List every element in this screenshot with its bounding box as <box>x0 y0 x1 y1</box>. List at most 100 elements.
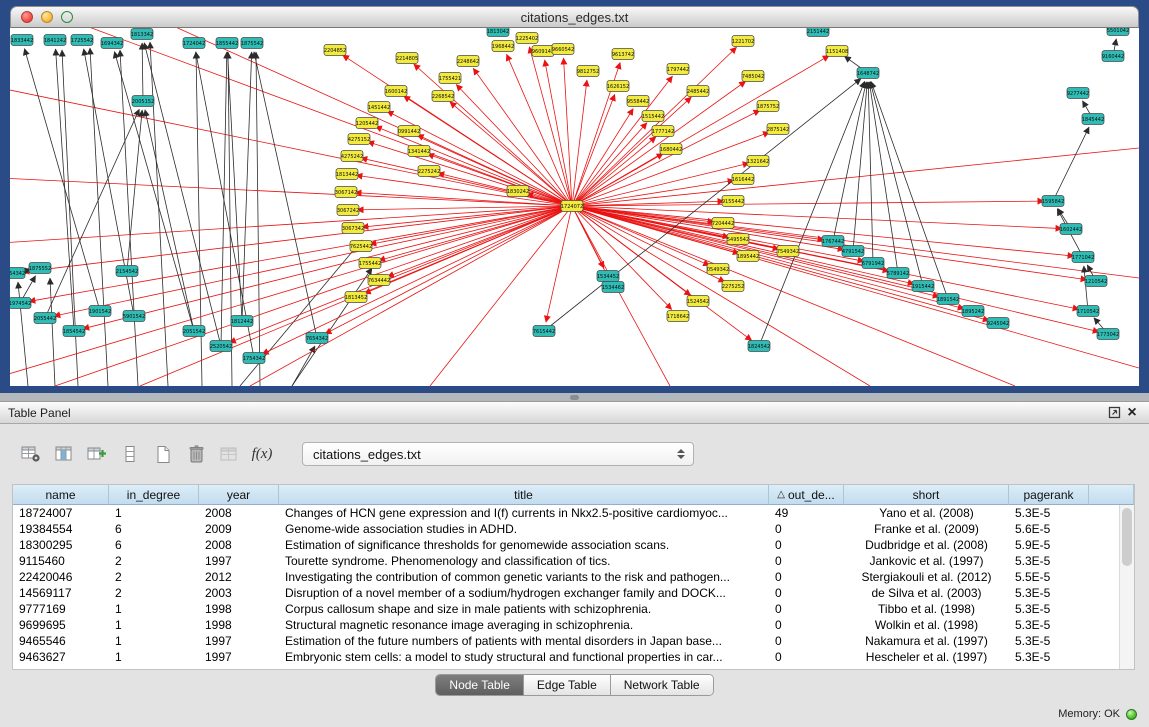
graph-node[interactable]: 0549342 <box>707 264 729 275</box>
graph-hub-node[interactable]: 1724072 <box>561 201 583 212</box>
graph-node[interactable]: 2204852 <box>324 45 346 56</box>
graph-node[interactable]: 1813042 <box>487 28 509 37</box>
table-cell[interactable]: 0 <box>769 537 844 553</box>
table-cell[interactable]: 18300295 <box>13 537 109 553</box>
table-cell[interactable]: 5.3E-5 <box>1009 617 1089 633</box>
show-columns-icon[interactable] <box>49 441 79 467</box>
graph-node[interactable]: 5501042 <box>1107 28 1129 36</box>
table-row[interactable]: 946362711997Embryonic stem cells: a mode… <box>13 649 1134 665</box>
graph-node[interactable]: 7615442 <box>533 326 555 337</box>
panel-splitter-handle[interactable] <box>570 395 579 400</box>
graph-node[interactable]: 1875752 <box>757 101 779 112</box>
zoom-window-button[interactable] <box>61 11 73 23</box>
graph-node[interactable]: 9558442 <box>627 96 649 107</box>
scrollbar-thumb[interactable] <box>1122 508 1132 566</box>
table-cell[interactable]: 6 <box>109 537 199 553</box>
graph-node[interactable]: 1773042 <box>1097 329 1119 340</box>
graph-node[interactable]: 1341442 <box>408 146 430 157</box>
graph-node[interactable]: 2051542 <box>183 326 205 337</box>
float-panel-icon[interactable] <box>1105 405 1123 421</box>
graph-node[interactable]: 1954342 <box>10 268 25 279</box>
graph-node[interactable]: 1210542 <box>1085 276 1107 287</box>
graph-node[interactable]: 2485442 <box>687 86 709 97</box>
table-cell[interactable]: de Silva et al. (2003) <box>844 585 1009 601</box>
column-header-short[interactable]: short <box>844 485 1009 505</box>
table-cell[interactable]: 1997 <box>199 633 279 649</box>
table-cell[interactable]: 1 <box>109 617 199 633</box>
table-cell[interactable]: 0 <box>769 585 844 601</box>
graph-node[interactable]: 1833442 <box>11 35 33 46</box>
graph-node[interactable]: 1221702 <box>732 36 754 47</box>
graph-node[interactable]: 5789142 <box>887 268 909 279</box>
graph-node[interactable]: 1968442 <box>492 41 514 52</box>
graph-node[interactable]: 9160442 <box>1102 51 1124 62</box>
table-row[interactable]: 969969511998Structural magnetic resonanc… <box>13 617 1134 633</box>
graph-node[interactable]: 9245042 <box>987 318 1009 329</box>
graph-node[interactable]: 1694342 <box>101 38 123 49</box>
graph-node[interactable]: 1680442 <box>660 144 682 155</box>
column-header-pagerank[interactable]: pagerank <box>1009 485 1089 505</box>
graph-node[interactable]: 1755421 <box>439 73 461 84</box>
memory-status-indicator[interactable] <box>1126 709 1137 720</box>
table-cell[interactable]: 1 <box>109 633 199 649</box>
graph-node[interactable]: 1595842 <box>1042 196 1064 207</box>
graph-node[interactable]: 1875542 <box>241 38 263 49</box>
graph-node[interactable]: 1534452 <box>597 271 619 282</box>
create-column-icon[interactable] <box>82 441 112 467</box>
graph-node[interactable]: 5901542 <box>123 311 145 322</box>
graph-node[interactable]: 2268542 <box>432 91 454 102</box>
table-cell[interactable]: 1 <box>109 649 199 665</box>
table-cell[interactable]: 2003 <box>199 585 279 601</box>
tab-network-table[interactable]: Network Table <box>611 675 713 695</box>
table-cell[interactable]: 5.3E-5 <box>1009 601 1089 617</box>
graph-node[interactable]: 1616442 <box>732 174 754 185</box>
graph-node[interactable]: 1813442 <box>336 169 358 180</box>
graph-node[interactable]: 1901542 <box>89 306 111 317</box>
table-cell[interactable]: 0 <box>769 633 844 649</box>
graph-node[interactable]: 9660542 <box>552 44 574 55</box>
graph-node[interactable]: 1974542 <box>10 298 31 309</box>
table-mode-icon[interactable] <box>16 441 46 467</box>
graph-node[interactable]: 7625442 <box>350 241 372 252</box>
table-cell[interactable]: 18724007 <box>13 505 109 521</box>
graph-node[interactable]: 1797442 <box>667 64 689 75</box>
table-cell[interactable]: Tourette syndrome. Phenomenology and cla… <box>279 553 769 569</box>
column-header-title[interactable]: title <box>279 485 769 505</box>
graph-node[interactable]: 1855442 <box>216 38 238 49</box>
table-cell[interactable]: 0 <box>769 601 844 617</box>
graph-node[interactable]: 2055442 <box>34 313 56 324</box>
table-cell[interactable]: Tibbo et al. (1998) <box>844 601 1009 617</box>
table-selector[interactable]: citations_edges.txt <box>302 442 694 466</box>
network-canvas[interactable]: 2204852221480517554211600142145144212054… <box>10 28 1139 386</box>
graph-node[interactable]: 4791542 <box>842 246 864 257</box>
table-cell[interactable]: 1997 <box>199 649 279 665</box>
graph-node[interactable]: 1915442 <box>912 281 934 292</box>
table-cell[interactable]: 2012 <box>199 569 279 585</box>
table-cell[interactable]: Estimation of the future numbers of pati… <box>279 633 769 649</box>
graph-node[interactable]: 1151408 <box>826 46 848 57</box>
table-cell[interactable]: 1 <box>109 601 199 617</box>
citation-network-graph[interactable]: 2204852221480517554211600142145144212054… <box>10 28 1139 386</box>
graph-node[interactable]: 1724042 <box>183 38 205 49</box>
graph-node[interactable]: 7204442 <box>712 218 734 229</box>
network-window-titlebar[interactable]: citations_edges.txt <box>10 6 1139 28</box>
close-window-button[interactable] <box>21 11 33 23</box>
graph-node[interactable]: 5495542 <box>727 234 749 245</box>
table-cell[interactable]: 1998 <box>199 601 279 617</box>
table-cell[interactable]: 0 <box>769 553 844 569</box>
table-cell[interactable]: 1 <box>109 505 199 521</box>
table-cell[interactable]: Nakamura et al. (1997) <box>844 633 1009 649</box>
graph-node[interactable]: 1626152 <box>607 81 629 92</box>
tab-edge-table[interactable]: Edge Table <box>524 675 611 695</box>
table-cell[interactable]: Structural magnetic resonance image aver… <box>279 617 769 633</box>
graph-node[interactable]: 9155442 <box>722 196 744 207</box>
graph-node[interactable]: 1755442 <box>359 258 381 269</box>
table-cell[interactable]: 2 <box>109 553 199 569</box>
table-cell[interactable]: 5.9E-5 <box>1009 537 1089 553</box>
table-cell[interactable]: 22420046 <box>13 569 109 585</box>
table-cell[interactable]: Dudbridge et al. (2008) <box>844 537 1009 553</box>
table-cell[interactable]: 5.5E-5 <box>1009 569 1089 585</box>
graph-node[interactable]: 1830242 <box>507 186 529 197</box>
table-row[interactable]: 1938455462009Genome-wide association stu… <box>13 521 1134 537</box>
graph-node[interactable]: 1813342 <box>131 29 153 40</box>
